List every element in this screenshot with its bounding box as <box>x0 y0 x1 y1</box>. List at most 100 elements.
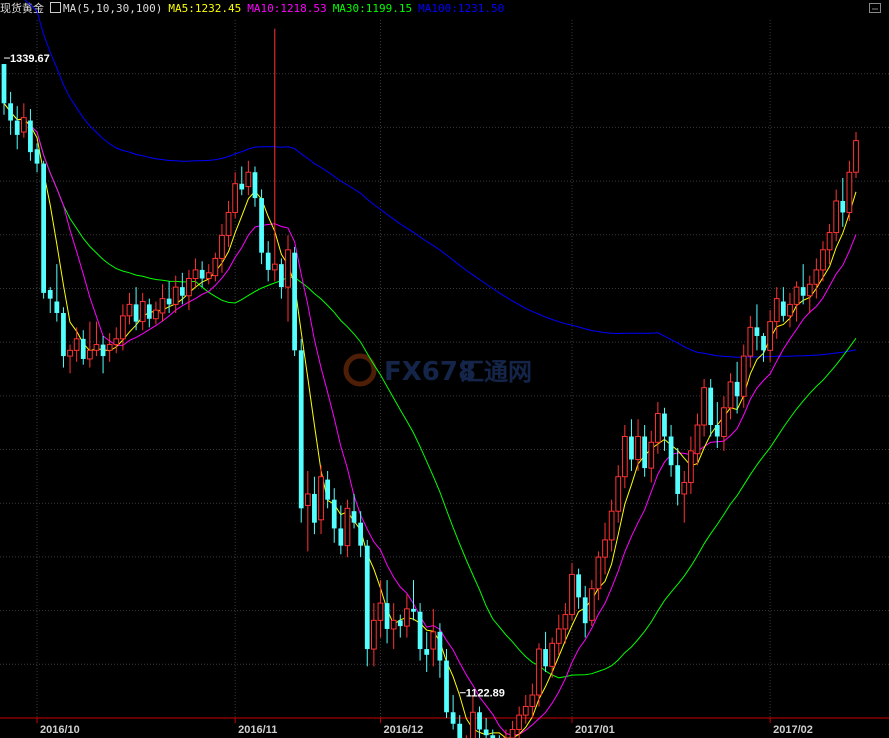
candle[interactable] <box>621 425 628 489</box>
candle[interactable] <box>806 275 813 313</box>
candle[interactable] <box>424 631 430 673</box>
candle[interactable] <box>595 551 602 601</box>
candle[interactable] <box>648 430 655 483</box>
candle[interactable] <box>285 235 291 322</box>
candle[interactable] <box>549 637 556 678</box>
candle[interactable] <box>377 580 384 638</box>
candle[interactable] <box>61 307 66 368</box>
candle[interactable] <box>555 614 562 655</box>
candle[interactable] <box>344 499 351 558</box>
candle[interactable] <box>754 304 760 351</box>
candle[interactable] <box>417 603 423 661</box>
candle[interactable] <box>159 284 166 322</box>
candle[interactable] <box>133 287 139 331</box>
candle[interactable] <box>205 264 212 285</box>
candle[interactable] <box>120 304 126 351</box>
candle[interactable] <box>681 470 688 523</box>
candle[interactable] <box>773 287 780 339</box>
candlestick-chart[interactable]: FX678 汇通网 1339.671122.89 2016/10 2016/11 2… <box>0 0 889 738</box>
candle[interactable] <box>86 321 93 368</box>
candle[interactable] <box>153 301 159 325</box>
candle[interactable] <box>73 327 80 362</box>
candle[interactable] <box>543 631 548 673</box>
candle[interactable] <box>298 338 304 523</box>
candle[interactable] <box>54 264 60 322</box>
candle[interactable] <box>271 28 278 282</box>
candle[interactable] <box>701 379 707 437</box>
candle[interactable] <box>800 264 806 305</box>
candle[interactable] <box>430 608 437 667</box>
candle[interactable] <box>536 643 542 707</box>
candle[interactable] <box>20 103 27 138</box>
candle[interactable] <box>113 327 120 354</box>
candle[interactable] <box>708 379 714 437</box>
candle[interactable] <box>312 476 317 535</box>
candle[interactable] <box>166 281 172 313</box>
candle[interactable] <box>721 396 727 451</box>
candle[interactable] <box>457 715 463 738</box>
candle[interactable] <box>212 252 219 282</box>
candle[interactable] <box>853 132 859 178</box>
candle[interactable] <box>146 298 152 328</box>
candle[interactable] <box>47 287 53 313</box>
candle[interactable] <box>106 333 113 362</box>
candle[interactable] <box>397 614 403 638</box>
candle[interactable] <box>450 695 456 730</box>
candle[interactable] <box>80 330 86 365</box>
candle[interactable] <box>28 109 33 161</box>
candle[interactable] <box>747 315 754 368</box>
candle[interactable] <box>688 436 694 494</box>
candle[interactable] <box>139 292 146 331</box>
candle[interactable] <box>331 488 337 543</box>
candle[interactable] <box>602 522 608 575</box>
candle[interactable] <box>232 172 239 219</box>
candle[interactable] <box>100 335 106 374</box>
candle[interactable] <box>675 447 681 506</box>
candle[interactable] <box>404 594 410 638</box>
candle[interactable] <box>304 470 311 552</box>
candle[interactable] <box>126 292 133 325</box>
candle[interactable] <box>179 272 185 305</box>
candle[interactable] <box>225 200 232 247</box>
candle[interactable] <box>384 580 390 644</box>
candle[interactable] <box>582 585 588 638</box>
candle[interactable] <box>1 64 7 115</box>
candle[interactable] <box>292 246 297 357</box>
candle[interactable] <box>444 649 449 718</box>
candle[interactable] <box>833 189 840 242</box>
candle[interactable] <box>318 465 324 535</box>
candle[interactable] <box>668 425 674 477</box>
candle[interactable] <box>826 223 833 265</box>
candle[interactable] <box>761 333 766 362</box>
candle[interactable] <box>608 499 615 552</box>
candle[interactable] <box>615 465 622 523</box>
candle[interactable] <box>787 292 793 328</box>
candle[interactable] <box>569 562 575 621</box>
candle[interactable] <box>846 160 853 222</box>
candle[interactable] <box>522 695 529 724</box>
candle[interactable] <box>813 258 820 299</box>
candle[interactable] <box>245 160 252 196</box>
candle[interactable] <box>279 258 284 299</box>
candle[interactable] <box>186 269 192 311</box>
candle[interactable] <box>325 470 331 509</box>
candle[interactable] <box>588 580 595 627</box>
candle[interactable] <box>635 419 641 471</box>
candle[interactable] <box>364 539 370 667</box>
candle[interactable] <box>370 603 377 667</box>
candle[interactable] <box>259 189 264 265</box>
candle[interactable] <box>576 568 581 609</box>
candle[interactable] <box>67 344 73 374</box>
candle[interactable] <box>629 419 634 471</box>
candle[interactable] <box>14 106 20 150</box>
candle[interactable] <box>470 695 476 738</box>
candle[interactable] <box>780 287 786 322</box>
candle[interactable] <box>93 321 100 357</box>
candle[interactable] <box>390 603 397 650</box>
candle[interactable] <box>509 720 516 738</box>
candle[interactable] <box>654 402 661 454</box>
candle[interactable] <box>767 310 774 362</box>
candle[interactable] <box>642 425 648 477</box>
candle[interactable] <box>252 166 258 207</box>
candle[interactable] <box>694 413 701 466</box>
